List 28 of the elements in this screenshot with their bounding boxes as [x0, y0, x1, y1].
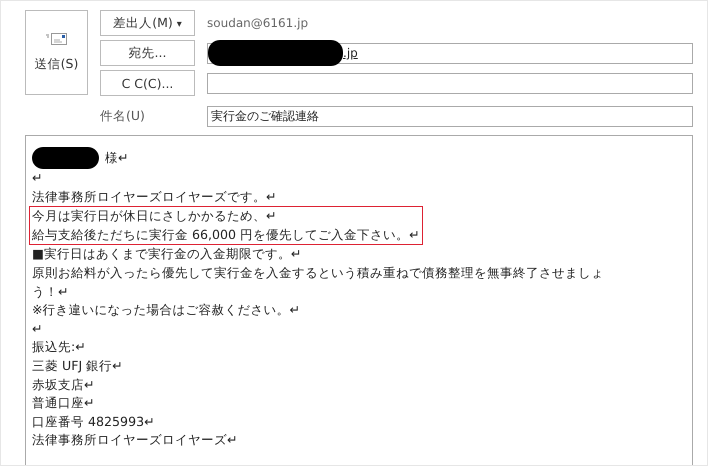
body-line: 法律事務所ロイヤーズロイヤーズです。↵: [32, 188, 278, 206]
cc-field[interactable]: [207, 72, 693, 94]
cc-button[interactable]: C C(C)...: [100, 70, 195, 96]
body-line: ■実行日はあくまで実行金の入金期限です。↵: [32, 245, 302, 264]
to-field[interactable]: .jp: [207, 42, 693, 64]
subject-label: 件名(U): [100, 107, 146, 125]
subject-field[interactable]: 実行金のご確認連絡: [207, 106, 693, 127]
body-line: 今月は実行日が休日にさしかかるため、↵: [32, 207, 278, 226]
body-line: 法律事務所ロイヤーズロイヤーズ↵: [32, 431, 239, 450]
body-line: 振込先:↵: [32, 338, 87, 356]
body-line: 口座番号 4825993↵: [32, 412, 156, 431]
from-button[interactable]: 差出人(M) ▾: [100, 10, 195, 36]
body-line: 様↵: [105, 148, 129, 167]
sender-address: soudan@6161.jp: [207, 16, 310, 30]
body-line: 原則お給料が入ったら優先して実行金を入金するという積み重ねで債務整理を無事終了させましょ: [32, 264, 605, 282]
redaction-mark: [32, 147, 99, 169]
send-button[interactable]: 送信(S): [25, 10, 88, 95]
to-button[interactable]: 宛先...: [100, 40, 195, 66]
envelope-icon: [46, 32, 68, 46]
body-line: 赤坂支店↵: [32, 376, 96, 394]
body-line: ↵: [32, 320, 44, 338]
body-line: 三菱 UFJ 銀行↵: [32, 356, 124, 375]
body-line: ※行き違いになった場合はご容赦ください。↵: [32, 301, 302, 320]
message-body[interactable]: [25, 135, 693, 465]
body-line: 普通口座↵: [32, 394, 96, 412]
body-line: ↵: [32, 169, 44, 187]
body-line: う！↵: [32, 282, 70, 301]
body-line: 給与支給後ただちに実行金 66,000 円を優先してご入金下さい。↵: [32, 226, 420, 244]
